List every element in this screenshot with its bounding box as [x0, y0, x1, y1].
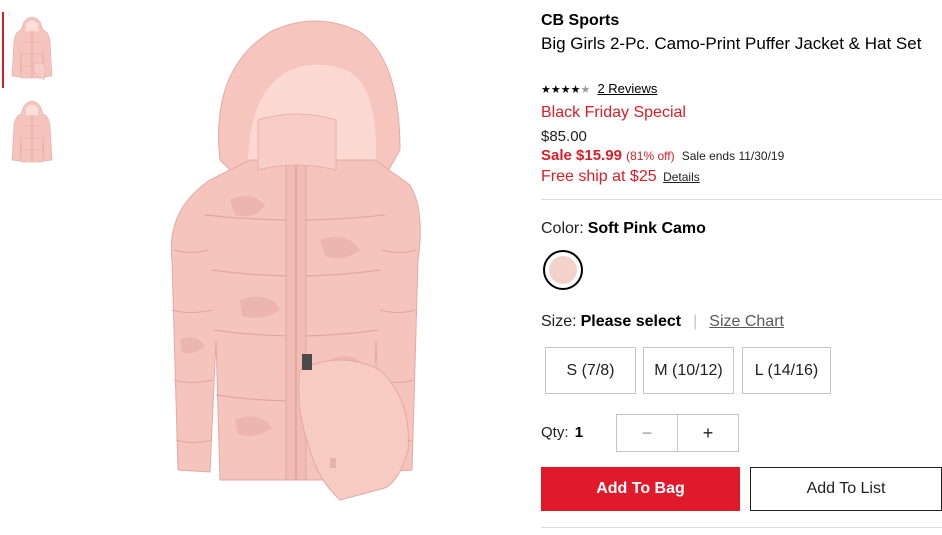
- brand-name[interactable]: CB Sports: [541, 12, 619, 30]
- thumbnail-2[interactable]: [0, 96, 60, 172]
- color-swatch-soft-pink-camo[interactable]: [543, 250, 583, 290]
- main-product-image[interactable]: [150, 10, 490, 505]
- original-price: $85.00: [541, 128, 587, 145]
- sale-price-line: Sale $15.99 (81% off) Sale ends 11/30/19: [541, 147, 784, 164]
- add-to-bag-button[interactable]: Add To Bag: [541, 467, 740, 511]
- quantity-label: Qty:: [541, 424, 569, 441]
- free-ship-text: Free ship at $25: [541, 168, 657, 185]
- star-icon: ★: [570, 84, 581, 96]
- sale-label: Sale: [541, 147, 572, 164]
- rating-row: ★★★★★ 2 Reviews: [541, 81, 657, 96]
- star-icon: ★: [550, 84, 561, 96]
- shipping-details-link[interactable]: Details: [663, 170, 700, 184]
- separator: |: [693, 313, 698, 330]
- size-label: Size:: [541, 313, 577, 330]
- puffer-jacket-illustration: [170, 20, 421, 501]
- star-icon: ★: [541, 84, 551, 96]
- product-title: Big Girls 2-Pc. Camo-Print Puffer Jacket…: [541, 34, 922, 53]
- size-chart-link[interactable]: Size Chart: [709, 313, 784, 330]
- star-icon: ★: [560, 84, 571, 96]
- divider: [541, 527, 942, 528]
- swatch-fill: [549, 256, 577, 284]
- star-rating: ★★★★★: [541, 84, 593, 96]
- jacket-hat-thumbnail-image: [11, 16, 53, 81]
- quantity-row: Qty: 1: [541, 424, 583, 441]
- thumbnail-strip: [0, 12, 60, 180]
- add-to-list-button[interactable]: Add To List: [750, 467, 942, 511]
- reviews-link[interactable]: 2 Reviews: [597, 81, 657, 96]
- quantity-decrease-button[interactable]: −: [616, 414, 678, 452]
- quantity-value: 1: [574, 424, 584, 441]
- size-option-m[interactable]: M (10/12): [643, 347, 734, 394]
- jacket-thumbnail-image: [11, 100, 53, 163]
- divider: [541, 199, 942, 200]
- color-label: Color:: [541, 220, 584, 237]
- size-selection-prompt: Please select: [580, 313, 682, 330]
- size-option-l[interactable]: L (14/16): [742, 347, 831, 394]
- selected-color: Soft Pink Camo: [587, 220, 706, 237]
- color-row: Color: Soft Pink Camo: [541, 220, 706, 238]
- star-empty-icon: ★: [580, 84, 591, 96]
- promo-label: Black Friday Special: [541, 104, 686, 121]
- quantity-increase-button[interactable]: +: [677, 414, 739, 452]
- thumbnail-1[interactable]: [0, 12, 60, 88]
- shipping-line: Free ship at $25 Details: [541, 168, 700, 186]
- size-row: Size: Please select | Size Chart: [541, 313, 784, 331]
- sale-price: $15.99: [576, 147, 622, 164]
- discount-percent: (81% off): [626, 149, 675, 163]
- size-option-s[interactable]: S (7/8): [545, 347, 636, 394]
- sale-end-date: Sale ends 11/30/19: [681, 149, 785, 163]
